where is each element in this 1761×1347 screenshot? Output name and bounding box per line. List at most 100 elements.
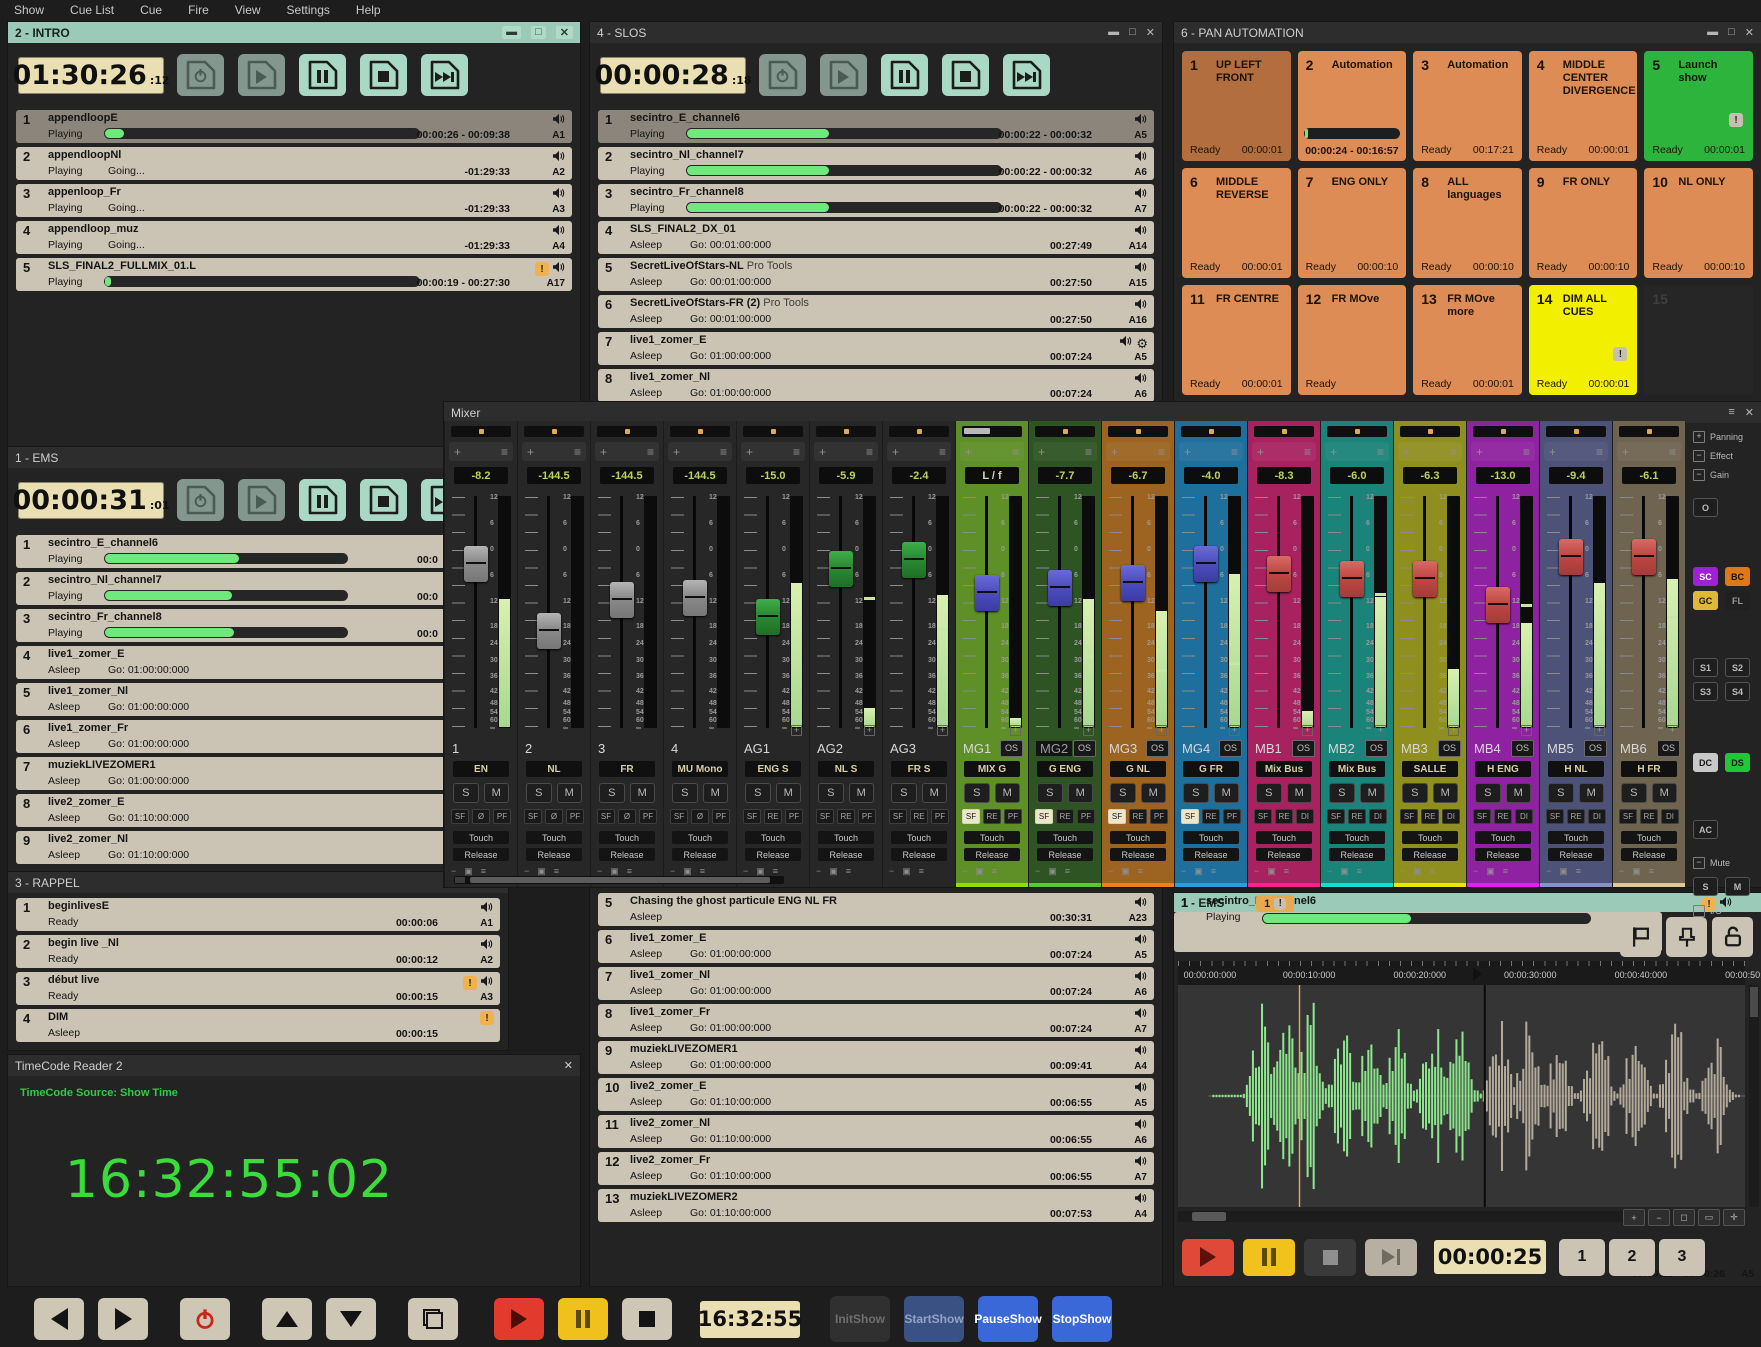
fader-value[interactable]: -5.9: [819, 467, 873, 484]
meter-icon[interactable]: ▣: [1559, 866, 1568, 877]
meter-icon[interactable]: ▣: [902, 866, 911, 877]
mixer-h-scrollbar[interactable]: [454, 876, 784, 884]
strip-sf-button[interactable]: SF: [1619, 809, 1637, 824]
power-button[interactable]: [180, 1298, 230, 1340]
fader-value[interactable]: -144.5: [527, 467, 581, 484]
fader-value[interactable]: -8.3: [1257, 467, 1311, 484]
strip-menu-icon[interactable]: ≡: [939, 445, 946, 459]
flag-button[interactable]: [1620, 917, 1661, 957]
add-icon[interactable]: +: [1549, 445, 1556, 459]
cue-row[interactable]: 3début liveReady00:00:15A3!: [16, 972, 500, 1005]
strip-menu-icon[interactable]: ≡: [1012, 445, 1019, 459]
pin-button[interactable]: [1666, 917, 1707, 957]
add-icon[interactable]: +: [1184, 445, 1191, 459]
pan-cue-button[interactable]: 14DIM ALL CUESReady00:00:01!: [1529, 285, 1638, 395]
cue-row[interactable]: 9muziekLIVEZOMER1AsleepGo: 01:00:00:0000…: [598, 1041, 1154, 1074]
strip-ø-button[interactable]: Ø: [545, 809, 563, 824]
strip-sf-button[interactable]: SF: [451, 809, 469, 824]
zoom-sel-icon[interactable]: ▭: [1698, 1209, 1720, 1226]
touch-button[interactable]: Touch: [1475, 831, 1531, 844]
collapse-icon[interactable]: −: [1254, 866, 1259, 876]
list-icon[interactable]: ≡: [1065, 866, 1070, 876]
strip-menu-icon[interactable]: ≡: [647, 445, 654, 459]
solo-button[interactable]: S: [1183, 783, 1209, 803]
tcr-close-icon[interactable]: ✕: [564, 1059, 573, 1072]
s1-button[interactable]: S1: [1693, 658, 1718, 677]
list-icon[interactable]: ≡: [1503, 866, 1508, 876]
pan-slider[interactable]: [1181, 426, 1241, 437]
fader-value[interactable]: -8.2: [454, 467, 508, 484]
fader-handle[interactable]: [1048, 570, 1072, 606]
strip-re-button[interactable]: RE: [983, 809, 1001, 824]
solo-button[interactable]: S: [1329, 783, 1355, 803]
dock-icon[interactable]: ▬: [1108, 26, 1119, 39]
expand-icon[interactable]: +: [1448, 725, 1459, 736]
cue-row[interactable]: 1beginlivesEReady00:00:06A1: [16, 898, 500, 931]
pan-slider[interactable]: [670, 426, 730, 437]
meter-icon[interactable]: ▣: [1121, 866, 1130, 877]
add-icon[interactable]: +: [1257, 445, 1264, 459]
strip-ø-button[interactable]: Ø: [472, 809, 490, 824]
fader-handle[interactable]: [902, 542, 926, 578]
meter-icon[interactable]: ▣: [537, 866, 546, 877]
collapse-icon[interactable]: −: [1035, 866, 1040, 876]
pan-cue-button[interactable]: 11FR CENTREReady00:00:01: [1182, 285, 1291, 395]
pan-cue-button[interactable]: 1UP LEFT FRONTReady00:00:01: [1182, 51, 1291, 161]
expand-icon[interactable]: +: [864, 725, 875, 736]
menu-item-cue-list[interactable]: Cue List: [70, 3, 114, 17]
mixer-close-icon[interactable]: ✕: [1745, 406, 1754, 419]
menu-item-fire[interactable]: Fire: [188, 3, 209, 17]
meter-icon[interactable]: ▣: [1194, 866, 1203, 877]
menu-item-help[interactable]: Help: [356, 3, 381, 17]
player-stop-button[interactable]: [1304, 1239, 1356, 1276]
os-button[interactable]: OS: [1219, 740, 1242, 757]
list-icon[interactable]: ≡: [846, 866, 851, 876]
pan-cue-button[interactable]: 4MIDDLE CENTER DIVERGENCEReady00:00:01: [1529, 51, 1638, 161]
cue-row[interactable]: 1secintro_E_channel6Playing00:0: [16, 535, 500, 568]
collapse-icon[interactable]: −: [1327, 866, 1332, 876]
pan-cue-button[interactable]: 10NL ONLYReady00:00:10: [1644, 168, 1753, 278]
slos-title-bar[interactable]: 4 - SLOS ▬□✕: [590, 22, 1162, 43]
touch-button[interactable]: Touch: [453, 831, 509, 844]
pan-slider[interactable]: [962, 426, 1022, 437]
list-icon[interactable]: ≡: [919, 866, 924, 876]
strip-re-button[interactable]: RE: [1421, 809, 1439, 824]
strip-re-button[interactable]: RE: [1348, 809, 1366, 824]
fader-value[interactable]: -13.0: [1476, 467, 1530, 484]
list-icon[interactable]: ≡: [627, 866, 632, 876]
strip-name[interactable]: G ENG: [1037, 761, 1093, 777]
touch-button[interactable]: Touch: [1621, 831, 1677, 844]
release-button[interactable]: Release: [1183, 848, 1239, 861]
pan-slider[interactable]: [1546, 426, 1606, 437]
fader-value[interactable]: -144.5: [600, 467, 654, 484]
down-button[interactable]: [326, 1298, 376, 1340]
collapse-icon[interactable]: −: [1473, 866, 1478, 876]
waveform-view[interactable]: [1178, 985, 1745, 1207]
strip-pf-button[interactable]: PF: [931, 809, 949, 824]
menu-item-cue[interactable]: Cue: [140, 3, 162, 17]
s3-button[interactable]: S3: [1693, 682, 1718, 701]
fader-handle[interactable]: [1413, 561, 1437, 597]
strip-di-button[interactable]: DI: [1588, 809, 1606, 824]
strip-menu-icon[interactable]: ≡: [1450, 445, 1457, 459]
cue-row[interactable]: 6SecretLiveOfStars-FR (2) Pro ToolsAslee…: [598, 295, 1154, 328]
collapse-icon[interactable]: −: [1108, 866, 1113, 876]
fl-button[interactable]: FL: [1725, 591, 1750, 610]
mixer-menu-icon[interactable]: ≡: [1728, 406, 1734, 419]
maximize-icon[interactable]: □: [1129, 26, 1136, 39]
fader-handle[interactable]: [1267, 556, 1291, 592]
strip-pf-button[interactable]: PF: [639, 809, 657, 824]
release-button[interactable]: Release: [818, 848, 874, 861]
s4-button[interactable]: S4: [1725, 682, 1750, 701]
cue-row[interactable]: 5live1_zomer_NlAsleepGo: 01:00:00:000: [16, 683, 500, 716]
expand-icon[interactable]: +: [1010, 725, 1021, 736]
tcr-title-bar[interactable]: TimeCode Reader 2 ✕: [8, 1055, 580, 1076]
zoom-in-icon[interactable]: +: [1623, 1209, 1645, 1226]
strip-sf-button[interactable]: SF: [524, 809, 542, 824]
pan-cue-button[interactable]: 5Launch showReady00:00:01!: [1644, 51, 1753, 161]
solo-button[interactable]: S: [1548, 783, 1574, 803]
cue-row[interactable]: 8live2_zomer_EAsleepGo: 01:10:00:000: [16, 794, 500, 827]
strip-menu-icon[interactable]: ≡: [1158, 445, 1165, 459]
expand-icon[interactable]: +: [1156, 725, 1167, 736]
solo-button[interactable]: S: [891, 783, 917, 803]
